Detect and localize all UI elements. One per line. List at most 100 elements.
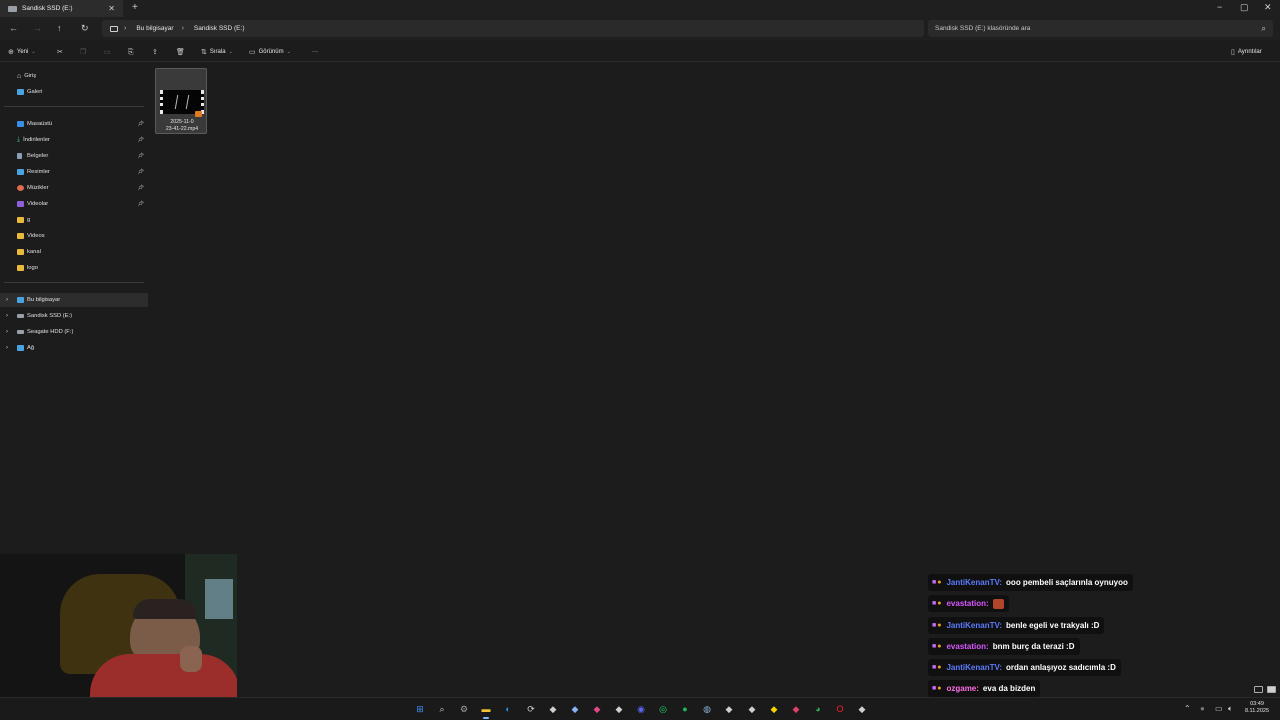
copy-button[interactable]: ❐ [80, 47, 86, 58]
sidebar-item-videos[interactable]: Videolar 📌︎ [0, 197, 148, 211]
search-icon[interactable]: ⌕ [435, 702, 449, 716]
close-window-button[interactable]: ✕ [1264, 2, 1272, 12]
sidebar-item-documents[interactable]: Belgeler 📌︎ [0, 149, 148, 163]
sidebar-item-desktop[interactable]: Masaüstü 📌︎ [0, 117, 148, 131]
sidebar-item-seagate[interactable]: › Seagate HDD (F:) [0, 325, 148, 339]
app-icon[interactable]: ◆ [590, 702, 604, 716]
back-arrow-icon[interactable]: ← [9, 22, 18, 34]
view-button[interactable]: ▭ Görünüm ⌄ [249, 47, 291, 58]
sidebar-item-label: Galeri [27, 89, 43, 95]
sidebar-item-pictures[interactable]: Resimler 📌︎ [0, 165, 148, 179]
chevron-right-icon[interactable]: › [124, 25, 126, 32]
delete-button[interactable]: 🗑︎ [176, 47, 185, 58]
file-name-line-1: 2025-11-0 [170, 119, 194, 125]
edge-icon[interactable]: ◐ [501, 702, 515, 716]
sort-button[interactable]: ⇅ Sırala ⌄ [201, 47, 233, 58]
maximize-button[interactable]: ▢ [1240, 2, 1249, 12]
pin-icon[interactable]: 📌︎ [138, 201, 144, 207]
layout-icon[interactable] [1267, 686, 1276, 693]
chat-username: evastation: [946, 599, 989, 608]
clock-date: 8.11.2025 [1244, 708, 1270, 714]
gallery-icon [17, 89, 24, 95]
volume-icon[interactable]: 🔈︎ [1228, 704, 1233, 714]
pin-icon[interactable]: 📌︎ [138, 137, 144, 143]
rename-button[interactable]: ⎘ [128, 47, 134, 58]
search-input[interactable]: Sandisk SSD (E:) klasöründe ara ⌕ [928, 20, 1273, 37]
minimize-button[interactable]: − [1217, 2, 1222, 12]
refresh-icon[interactable]: ↻ [81, 22, 89, 34]
clock[interactable]: 03:49 8.11.2025 [1238, 701, 1276, 715]
sidebar-item-folder-videos[interactable]: Videos [0, 229, 148, 243]
sidebar-item-label: Sandisk SSD (E:) [27, 313, 73, 319]
forward-arrow-icon[interactable]: → [33, 22, 42, 34]
sidebar-item-home[interactable]: ⌂ Giriş [0, 69, 148, 83]
chevron-right-icon[interactable]: › [6, 345, 8, 351]
up-arrow-icon[interactable]: ↑ [57, 22, 62, 34]
chevron-right-icon[interactable]: › [6, 329, 8, 335]
chevron-right-icon[interactable]: › [6, 313, 8, 319]
file-explorer-icon[interactable]: ▬ [479, 702, 493, 719]
address-bar[interactable]: › Bu bilgisayar › Sandisk SSD (E:) [102, 20, 924, 37]
details-button[interactable]: ▯ Ayrıntılar [1231, 47, 1262, 58]
settings-icon[interactable]: ⚙ [457, 702, 471, 716]
sidebar-item-network[interactable]: › Ağ [0, 341, 148, 355]
paste-button[interactable]: ▭ [104, 47, 111, 58]
sidebar-item-folder-logo[interactable]: logo [0, 261, 148, 275]
chevron-right-icon[interactable]: › [6, 297, 8, 303]
file-item-video[interactable]: 2025-11-0 23-41-22.mp4 [155, 68, 207, 134]
drive-icon [17, 330, 24, 334]
pin-icon[interactable]: 📌︎ [138, 153, 144, 159]
pictures-icon [17, 169, 24, 175]
chevron-up-icon[interactable]: ⌃ [1184, 704, 1191, 714]
steam-like-icon[interactable]: ⟳ [524, 702, 538, 716]
new-button[interactable]: ⊕ Yeni ⌄ [8, 47, 36, 58]
chat-message: ■● JantiKenanTV: benle egeli ve trakyalı :… [928, 617, 1105, 634]
discord-icon[interactable]: ◉ [634, 702, 648, 716]
app-icon[interactable]: ◆ [568, 702, 582, 716]
more-options-button[interactable]: ··· [309, 47, 318, 58]
app-icon[interactable]: ◆ [789, 702, 803, 716]
chrome-icon[interactable]: ◕ [811, 702, 825, 716]
breadcrumb-drive[interactable]: Sandisk SSD (E:) [194, 25, 245, 32]
opera-icon[interactable]: O [833, 702, 847, 716]
chat-message-text: ordan anlaşıyoz sadıcımla :D [1006, 663, 1116, 672]
sidebar-item-folder-g[interactable]: g [0, 213, 148, 227]
sidebar-item-music[interactable]: Müzikler 📌︎ [0, 181, 148, 195]
app-icon[interactable]: ◆ [612, 702, 626, 716]
search-placeholder: Sandisk SSD (E:) klasöründe ara [935, 25, 1031, 32]
divider [4, 282, 144, 283]
whatsapp-icon[interactable]: ◎ [656, 702, 670, 716]
app-icon[interactable]: ◆ [855, 702, 869, 716]
sidebar-item-this-pc[interactable]: › Bu bilgisayar [0, 293, 148, 307]
sort-label: Sırala [209, 49, 226, 55]
sidebar-item-downloads[interactable]: ⤓ İndirilenler 📌︎ [0, 133, 148, 147]
sidebar-item-label: Bu bilgisayar [27, 297, 61, 303]
music-icon [17, 185, 24, 191]
cut-button[interactable]: ✂ [57, 47, 63, 58]
sidebar-item-folder-kanal[interactable]: kanal [0, 245, 148, 259]
breadcrumb-this-pc[interactable]: Bu bilgisayar [136, 25, 173, 32]
spotify-icon[interactable]: ● [678, 702, 692, 716]
sidebar-item-gallery[interactable]: Galeri [0, 85, 148, 99]
app-icon[interactable]: ◆ [767, 702, 781, 716]
chat-badges-icon: ■● [932, 579, 943, 586]
pin-icon[interactable]: 📌︎ [138, 169, 144, 175]
chat-username: evastation: [946, 642, 989, 651]
app-icon[interactable]: ◆ [546, 702, 560, 716]
mic-icon[interactable]: ● [1200, 704, 1205, 714]
chevron-right-icon[interactable]: › [182, 25, 184, 32]
share-button[interactable]: ⇪ [152, 47, 158, 58]
app-icon[interactable]: ◆ [722, 702, 736, 716]
network-icon[interactable]: ▭ [1215, 704, 1223, 714]
layout-icon[interactable] [1254, 686, 1263, 693]
pin-icon[interactable]: 📌︎ [138, 121, 144, 127]
steam-icon[interactable]: ◍ [700, 702, 714, 716]
divider [4, 106, 144, 107]
new-tab-button[interactable]: + [132, 3, 138, 13]
tab-sandisk[interactable]: Sandisk SSD (E:) ✕ [0, 0, 123, 17]
close-tab-icon[interactable]: ✕ [108, 4, 115, 13]
pin-icon[interactable]: 📌︎ [138, 185, 144, 191]
windows-start-icon[interactable]: ⊞ [413, 702, 427, 716]
sidebar-item-sandisk[interactable]: › Sandisk SSD (E:) [0, 309, 148, 323]
app-icon[interactable]: ◆ [745, 702, 759, 716]
